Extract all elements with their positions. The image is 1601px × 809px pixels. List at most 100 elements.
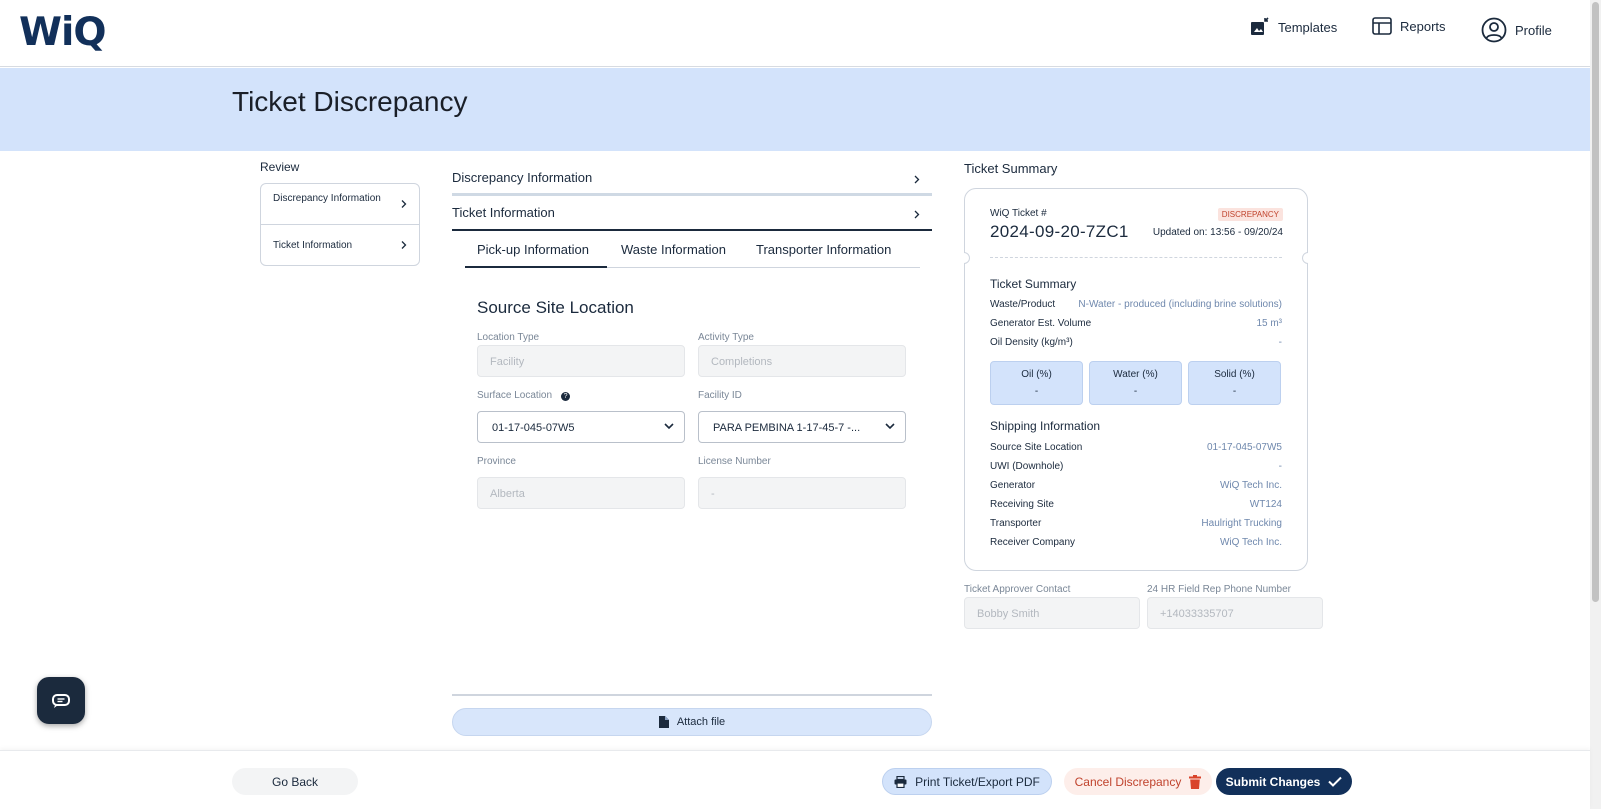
chat-button[interactable]	[37, 677, 85, 724]
shipping-information-title: Shipping Information	[990, 419, 1101, 433]
shipping-row: UWI (Downhole) -	[990, 461, 1282, 475]
page-title: Ticket Discrepancy	[232, 86, 468, 117]
cancel-discrepancy-label: Cancel Discrepancy	[1074, 774, 1182, 789]
percent-label: Water (%)	[1113, 369, 1158, 380]
facility-id-select[interactable]: PARA PEMBINA 1-17-45-7 -...	[698, 411, 906, 443]
summary-row: Oil Density (kg/m³) -	[990, 337, 1282, 351]
accordion-discrepancy-information[interactable]: Discrepancy Information	[452, 163, 932, 196]
summary-row-value: 15 m³	[1256, 318, 1282, 329]
attach-file-label: Attach file	[676, 716, 726, 728]
chevron-down-icon	[664, 423, 674, 430]
percent-value: -	[1232, 386, 1237, 397]
status-badge: DISCREPANCY	[1217, 208, 1283, 221]
review-item-label: Discrepancy Information	[273, 193, 381, 204]
scrollbar-thumb[interactable]	[1592, 2, 1599, 602]
summary-row-label: Waste/Product	[990, 299, 1056, 310]
province-field[interactable]: Alberta	[477, 477, 685, 509]
shipping-row-value: Haulright Trucking	[1201, 518, 1282, 529]
go-back-button[interactable]: Go Back	[232, 768, 358, 795]
province-label: Province	[477, 456, 516, 467]
accordion-label: Discrepancy Information	[452, 170, 593, 185]
shipping-row: Source Site Location 01-17-045-07W5	[990, 442, 1282, 456]
section-title: Source Site Location	[477, 298, 634, 317]
shipping-row: Transporter Haulright Trucking	[990, 518, 1282, 532]
card-dashed-divider	[990, 257, 1282, 258]
nav-reports[interactable]: Reports	[1372, 17, 1446, 35]
shipping-row-value: WiQ Tech Inc.	[1219, 480, 1282, 491]
summary-row-label: Generator Est. Volume	[990, 318, 1092, 329]
percent-label: Oil (%)	[1021, 369, 1052, 380]
ticket-tabs: Pick-up Information Waste Information Tr…	[465, 235, 920, 268]
summary-row: Waste/Product N-Water - produced (includi…	[990, 299, 1282, 313]
surface-location-label: Surface Location?	[477, 390, 571, 401]
footer-action-bar: Go Back Print Ticket/Export PDF Cancel D…	[0, 750, 1590, 809]
nav-profile[interactable]: Profile	[1481, 17, 1552, 43]
shipping-row-label: Receiving Site	[990, 499, 1054, 510]
shipping-row-label: Source Site Location	[990, 442, 1083, 453]
field-rep-phone-field[interactable]: +14033335707	[1147, 597, 1323, 629]
license-number-label: License Number	[698, 456, 771, 467]
chat-icon	[52, 693, 70, 708]
ticket-summary-heading: Ticket Summary	[964, 161, 1058, 176]
scrollbar[interactable]	[1590, 0, 1601, 809]
attach-file-button[interactable]: Attach file	[452, 708, 932, 736]
print-ticket-label: Print Ticket/Export PDF	[915, 774, 1040, 789]
water-percent-box: Water (%) -	[1089, 361, 1182, 405]
reports-icon	[1372, 17, 1392, 35]
ticket-number: 2024-09-20-7ZC1	[990, 222, 1129, 241]
shipping-row-value: WT124	[1249, 499, 1282, 510]
ticket-approver-field[interactable]: Bobby Smith	[964, 597, 1140, 629]
card-notch	[1302, 252, 1308, 264]
tab-waste-information[interactable]: Waste Information	[621, 242, 726, 257]
surface-location-value: 01-17-045-07W5	[492, 422, 575, 434]
ticket-summary-card: WiQ Ticket # 2024-09-20-7ZC1 DISCREPANCY…	[964, 188, 1308, 571]
ticket-number-label: WiQ Ticket #	[990, 208, 1047, 219]
oil-percent-box: Oil (%) -	[990, 361, 1083, 405]
review-item-discrepancy[interactable]: Discrepancy Information	[261, 184, 419, 224]
ticket-summary-subtitle: Ticket Summary	[990, 277, 1077, 291]
logo[interactable]: WiQ	[19, 10, 107, 55]
review-item-ticket[interactable]: Ticket Information	[261, 224, 419, 265]
shipping-row-value: -	[1278, 461, 1282, 472]
summary-row-value: N-Water - produced (including brine solu…	[1078, 299, 1282, 310]
shipping-row: Receiver Company WiQ Tech Inc.	[990, 537, 1282, 551]
top-bar: WiQ Templates Reports Profile	[0, 0, 1590, 67]
page-banner: Ticket Discrepancy	[0, 68, 1590, 151]
chevron-right-icon	[401, 200, 407, 208]
location-type-label: Location Type	[477, 332, 540, 343]
review-nav: Discrepancy Information Ticket Informati…	[260, 183, 420, 266]
shipping-row-value: WiQ Tech Inc.	[1219, 537, 1282, 548]
form-divider	[452, 694, 932, 696]
activity-type-field[interactable]: Completions	[698, 345, 906, 377]
help-icon[interactable]: ?	[561, 392, 571, 401]
nav-templates[interactable]: Templates	[1250, 17, 1337, 37]
file-icon	[658, 716, 669, 728]
license-number-field[interactable]: -	[698, 477, 906, 509]
review-item-label: Ticket Information	[273, 240, 353, 251]
tab-pickup-information[interactable]: Pick-up Information	[465, 242, 607, 268]
print-ticket-button[interactable]: Print Ticket/Export PDF	[882, 768, 1052, 795]
tab-transporter-information[interactable]: Transporter Information	[756, 242, 891, 257]
accordion-ticket-information[interactable]: Ticket Information	[452, 198, 932, 231]
surface-location-select[interactable]: 01-17-045-07W5	[477, 411, 685, 443]
card-notch	[964, 252, 970, 264]
profile-icon	[1481, 17, 1507, 43]
shipping-row-label: Receiver Company	[990, 537, 1076, 548]
nav-reports-label: Reports	[1400, 18, 1446, 34]
chevron-right-icon	[401, 241, 407, 249]
chevron-right-icon	[914, 210, 920, 219]
summary-row-value: -	[1278, 337, 1282, 348]
shipping-row-label: Transporter	[990, 518, 1042, 529]
location-type-field[interactable]: Facility	[477, 345, 685, 377]
summary-row-label: Oil Density (kg/m³)	[990, 337, 1073, 348]
nav-templates-label: Templates	[1278, 19, 1338, 35]
shipping-row-value: 01-17-045-07W5	[1206, 442, 1282, 453]
nav-profile-label: Profile	[1515, 22, 1552, 38]
checkmark-icon	[1328, 776, 1343, 787]
review-label: Review	[260, 160, 300, 174]
facility-id-value: PARA PEMBINA 1-17-45-7 -...	[713, 422, 861, 434]
summary-row: Generator Est. Volume 15 m³	[990, 318, 1282, 332]
submit-changes-button[interactable]: Submit Changes	[1216, 768, 1352, 795]
templates-icon	[1251, 17, 1269, 35]
cancel-discrepancy-button[interactable]: Cancel Discrepancy	[1064, 768, 1212, 795]
